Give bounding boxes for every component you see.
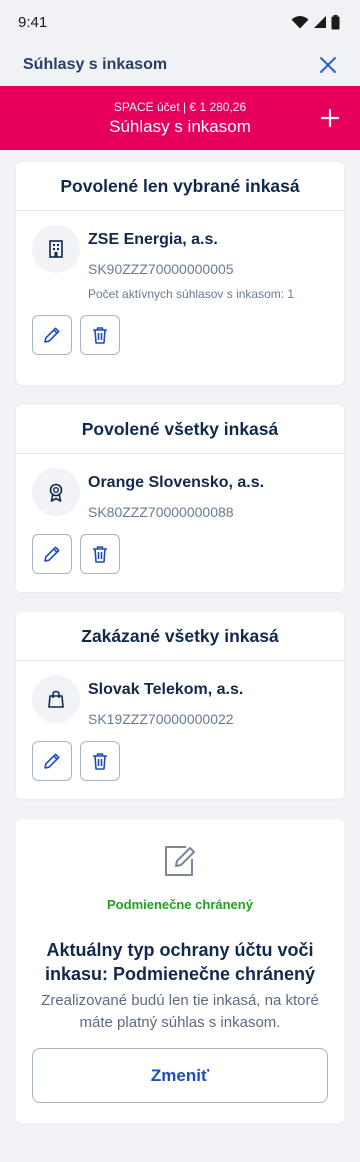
card-actions xyxy=(32,315,328,355)
content: Povolené len vybrané inkasá ZSE Energia,… xyxy=(0,150,360,1123)
add-consent-button[interactable] xyxy=(318,106,342,130)
creditor-avatar xyxy=(32,675,80,723)
pencil-icon xyxy=(44,546,60,562)
close-icon xyxy=(320,57,336,73)
title-bar: Súhlasy s inkasom xyxy=(0,44,360,86)
banner-title: Súhlasy s inkasom xyxy=(109,116,251,136)
protection-status: Podmienečne chránený xyxy=(107,897,253,912)
pencil-icon xyxy=(44,327,60,343)
card-heading: Povolené všetky inkasá xyxy=(16,405,344,454)
account-line: SPACE účet | € 1 280,26 xyxy=(113,99,247,114)
creditor-iban: SK19ZZZ70000000022 xyxy=(88,711,234,727)
battery-icon xyxy=(331,14,340,29)
edit-button[interactable] xyxy=(32,741,72,781)
trash-icon xyxy=(93,546,107,563)
protection-card: Podmienečne chránený Aktuálny typ ochran… xyxy=(16,819,344,1123)
creditor-info: ZSE Energia, a.s. SK90ZZZ70000000005 Poč… xyxy=(88,225,294,301)
consent-card: Zakázané všetky inkasá Slovak Telekom, a… xyxy=(16,612,344,799)
consent-card: Povolené len vybrané inkasá ZSE Energia,… xyxy=(16,162,344,385)
card-body: Orange Slovensko, a.s. SK80ZZZ7000000008… xyxy=(16,454,344,592)
card-actions xyxy=(32,741,328,781)
consent-count: Počet aktívnych súhlasov s inkasom: 1 xyxy=(88,287,295,301)
change-button[interactable]: Zmeniť xyxy=(32,1048,328,1103)
building-icon xyxy=(49,240,63,258)
card-body: ZSE Energia, a.s. SK90ZZZ70000000005 Poč… xyxy=(16,211,344,385)
edit-button[interactable] xyxy=(32,534,72,574)
delete-button[interactable] xyxy=(80,315,120,355)
edit-note-icon xyxy=(165,846,195,876)
edit-button[interactable] xyxy=(32,315,72,355)
protection-description: Zrealizované budú len tie inkasá, na kto… xyxy=(41,992,319,1031)
delete-button[interactable] xyxy=(80,534,120,574)
consent-card: Povolené všetky inkasá Orange Slovensko,… xyxy=(16,405,344,592)
trash-icon xyxy=(93,327,107,344)
status-time: 9:41 xyxy=(18,13,48,31)
creditor-entry[interactable]: Orange Slovensko, a.s. SK80ZZZ7000000008… xyxy=(32,468,328,520)
delete-button[interactable] xyxy=(80,741,120,781)
status-icons xyxy=(291,14,340,30)
protection-icon-wrap xyxy=(32,841,328,881)
creditor-name: Orange Slovensko, a.s. xyxy=(88,474,265,491)
account-banner: SPACE účet | € 1 280,26 Súhlasy s inkaso… xyxy=(0,86,360,150)
creditor-name: ZSE Energia, a.s. xyxy=(88,231,218,248)
card-heading: Zakázané všetky inkasá xyxy=(16,612,344,661)
wifi-icon xyxy=(291,16,309,29)
trash-icon xyxy=(93,753,107,770)
shopping-bag-icon xyxy=(48,690,64,708)
signal-icon xyxy=(314,16,326,28)
creditor-avatar xyxy=(32,468,80,516)
creditor-iban: SK90ZZZ70000000005 xyxy=(88,261,234,277)
creditor-info: Orange Slovensko, a.s. SK80ZZZ7000000008… xyxy=(88,468,264,520)
creditor-name: Slovak Telekom, a.s. xyxy=(88,681,244,698)
creditor-avatar xyxy=(32,225,80,273)
pencil-icon xyxy=(44,753,60,769)
creditor-info: Slovak Telekom, a.s. SK19ZZZ70000000022 xyxy=(88,675,243,727)
creditor-entry[interactable]: ZSE Energia, a.s. SK90ZZZ70000000005 Poč… xyxy=(32,225,328,301)
card-heading: Povolené len vybrané inkasá xyxy=(16,162,344,211)
page-title: Súhlasy s inkasom xyxy=(23,56,168,73)
close-button[interactable] xyxy=(316,53,340,77)
status-bar: 9:41 xyxy=(0,0,360,44)
card-body: Slovak Telekom, a.s. SK19ZZZ70000000022 xyxy=(16,661,344,799)
protection-title: Aktuálny typ ochrany účtu voči inkasu: P… xyxy=(44,940,316,984)
creditor-entry[interactable]: Slovak Telekom, a.s. SK19ZZZ70000000022 xyxy=(32,675,328,727)
creditor-iban: SK80ZZZ70000000088 xyxy=(88,504,234,520)
card-actions xyxy=(32,534,328,574)
award-icon xyxy=(49,483,63,502)
